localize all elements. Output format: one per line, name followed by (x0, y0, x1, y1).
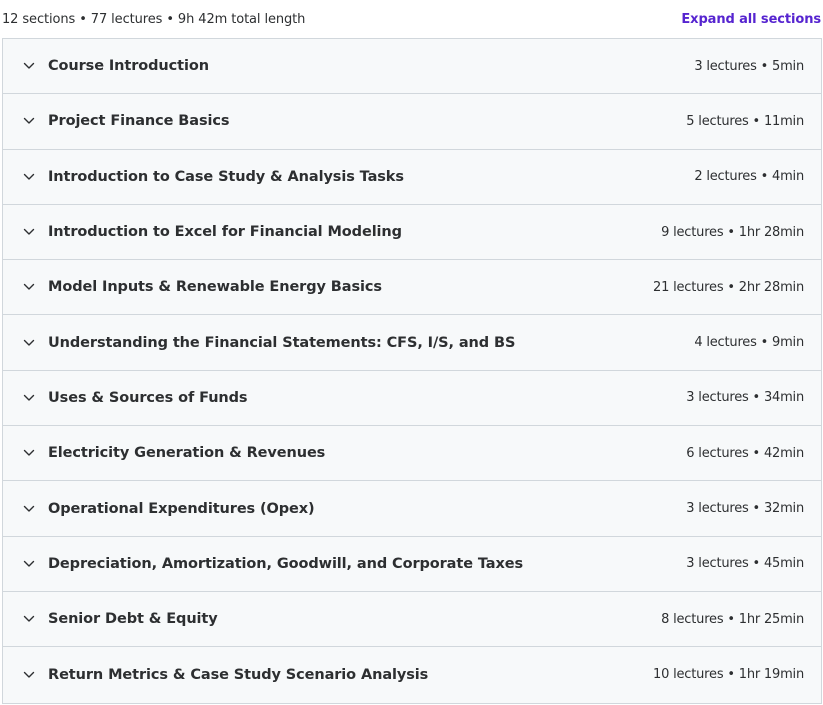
curriculum-panel: 12 sections • 77 lectures • 9h 42m total… (0, 0, 823, 705)
section-meta: 21 lectures • 2hr 28min (653, 279, 804, 295)
section-title: Introduction to Excel for Financial Mode… (48, 224, 402, 241)
section-row[interactable]: Introduction to Case Study & Analysis Ta… (3, 149, 821, 205)
section-meta: 4 lectures • 9min (694, 335, 804, 351)
chevron-down-icon (22, 502, 36, 516)
chevron-down-icon (22, 280, 36, 294)
section-row[interactable]: Electricity Generation & Revenues 6 lect… (3, 426, 821, 482)
chevron-down-icon (22, 668, 36, 682)
section-row[interactable]: Uses & Sources of Funds 3 lectures • 34m… (3, 370, 821, 427)
chevron-down-icon (22, 225, 36, 239)
chevron-down-icon (22, 391, 36, 405)
section-meta: 9 lectures • 1hr 28min (661, 224, 804, 240)
expand-all-sections-button[interactable]: Expand all sections (681, 12, 821, 27)
course-summary: 12 sections • 77 lectures • 9h 42m total… (2, 11, 306, 27)
chevron-down-icon (22, 557, 36, 571)
section-title: Project Finance Basics (48, 113, 230, 130)
section-title: Model Inputs & Renewable Energy Basics (48, 279, 382, 296)
section-meta: 10 lectures • 1hr 19min (653, 667, 804, 683)
section-row[interactable]: Depreciation, Amortization, Goodwill, an… (3, 536, 821, 592)
section-meta: 8 lectures • 1hr 25min (661, 611, 804, 627)
section-row[interactable]: Course Introduction 3 lectures • 5min (3, 39, 821, 95)
section-title: Electricity Generation & Revenues (48, 445, 326, 462)
section-row[interactable]: Return Metrics & Case Study Scenario Ana… (3, 647, 821, 703)
section-meta: 3 lectures • 34min (686, 390, 804, 406)
chevron-down-icon (22, 59, 36, 73)
section-meta: 6 lectures • 42min (686, 445, 804, 461)
chevron-down-icon (22, 170, 36, 184)
section-row[interactable]: Project Finance Basics 5 lectures • 11mi… (3, 94, 821, 150)
chevron-down-icon (22, 612, 36, 626)
section-title: Uses & Sources of Funds (48, 389, 248, 406)
curriculum-header: 12 sections • 77 lectures • 9h 42m total… (0, 0, 823, 38)
chevron-down-icon (22, 114, 36, 128)
section-row[interactable]: Introduction to Excel for Financial Mode… (3, 204, 821, 261)
section-meta: 5 lectures • 11min (686, 113, 804, 129)
section-meta: 3 lectures • 32min (686, 501, 804, 517)
section-title: Introduction to Case Study & Analysis Ta… (48, 168, 404, 185)
section-meta: 3 lectures • 5min (694, 58, 804, 74)
chevron-down-icon (22, 446, 36, 460)
section-title: Course Introduction (48, 58, 209, 75)
section-title: Depreciation, Amortization, Goodwill, an… (48, 555, 524, 572)
chevron-down-icon (22, 336, 36, 350)
section-row[interactable]: Operational Expenditures (Opex) 3 lectur… (3, 481, 821, 537)
section-row[interactable]: Understanding the Financial Statements: … (3, 315, 821, 371)
section-row[interactable]: Senior Debt & Equity 8 lectures • 1hr 25… (3, 591, 821, 648)
section-title: Operational Expenditures (Opex) (48, 500, 315, 517)
section-list: Course Introduction 3 lectures • 5min Pr… (2, 38, 822, 704)
section-title: Senior Debt & Equity (48, 611, 218, 628)
section-meta: 3 lectures • 45min (686, 556, 804, 572)
section-title: Understanding the Financial Statements: … (48, 334, 516, 351)
section-row[interactable]: Model Inputs & Renewable Energy Basics 2… (3, 260, 821, 316)
section-title: Return Metrics & Case Study Scenario Ana… (48, 666, 429, 683)
section-meta: 2 lectures • 4min (694, 169, 804, 185)
